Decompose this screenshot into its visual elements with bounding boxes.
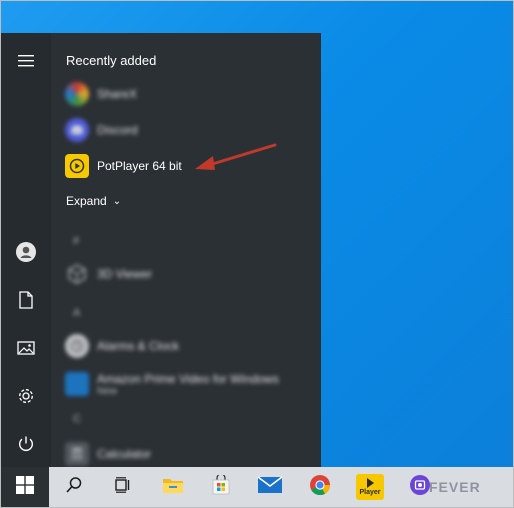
chevron-down-icon: ⌄ [112, 195, 122, 207]
documents-button[interactable] [1, 278, 51, 322]
power-button[interactable] [1, 422, 51, 466]
mail-icon [257, 475, 283, 499]
potplayer-icon [65, 154, 89, 178]
potplayer-icon: Player [356, 474, 384, 500]
potplayer-badge-label: Player [359, 489, 381, 496]
menu-icon [18, 55, 34, 67]
settings-button[interactable] [1, 374, 51, 418]
search-icon [65, 476, 83, 499]
app-item-potplayer[interactable]: PotPlayer 64 bit [65, 153, 182, 179]
prime-video-icon [65, 372, 89, 396]
windows-start-icon [16, 475, 34, 499]
app-item-text: Amazon Prime Video for Windows New [97, 372, 279, 397]
recently-added-heading: Recently added [66, 53, 157, 68]
app-item-label: ShareX [97, 87, 138, 101]
store-icon [211, 472, 231, 500]
annotation-arrow [195, 143, 277, 170]
app-item-calculator[interactable]: Calculator [65, 441, 151, 467]
start-menu: Recently added ShareX Discord PotPlayer … [1, 33, 321, 467]
discord-icon [65, 118, 89, 142]
letter-header-c[interactable]: C [73, 413, 81, 425]
letter-header-a[interactable]: A [73, 307, 80, 319]
start-button[interactable] [1, 467, 49, 507]
app-item-label: PotPlayer 64 bit [97, 159, 182, 173]
app-item-label: Alarms & Clock [97, 339, 180, 353]
alarm-clock-icon [65, 334, 89, 358]
app-item-sublabel: New [97, 385, 118, 397]
mail-button[interactable] [247, 467, 293, 507]
expand-label: Expand [66, 194, 107, 208]
app-item-sharex[interactable]: ShareX [65, 81, 137, 107]
user-account-button[interactable] [1, 230, 51, 274]
store-button[interactable] [199, 467, 243, 507]
documents-icon [19, 291, 33, 309]
search-button[interactable] [51, 467, 97, 507]
app-item-label: Calculator [97, 447, 152, 461]
task-view-button[interactable] [99, 467, 145, 507]
file-explorer-button[interactable] [151, 467, 195, 507]
app-item-label: Amazon Prime Video for Windows [97, 371, 279, 386]
app-item-3d-viewer[interactable]: 3D Viewer [65, 261, 152, 287]
settings-icon [17, 387, 35, 405]
pictures-icon [17, 341, 35, 355]
app-list: Recently added ShareX Discord PotPlayer … [51, 33, 321, 467]
app-item-label: Discord [97, 123, 138, 137]
calculator-icon [65, 442, 89, 466]
app-item-alarms-clock[interactable]: Alarms & Clock [65, 333, 179, 359]
expand-button[interactable]: Expand ⌄ [66, 194, 121, 208]
app-item-discord[interactable]: Discord [65, 117, 138, 143]
letter-header-hash[interactable]: # [73, 235, 79, 247]
pictures-button[interactable] [1, 326, 51, 370]
screenshot-frame: Recently added ShareX Discord PotPlayer … [0, 0, 514, 508]
hamburger-menu-button[interactable] [1, 39, 51, 83]
sharex-icon [65, 82, 89, 106]
start-menu-rail [1, 33, 51, 467]
user-icon [16, 242, 36, 262]
app-item-label: 3D Viewer [97, 267, 153, 281]
app-item-prime-video[interactable]: Amazon Prime Video for Windows New [65, 369, 279, 399]
file-explorer-icon [162, 476, 184, 499]
chrome-button[interactable] [297, 467, 343, 507]
3d-viewer-icon [65, 262, 89, 286]
watermark: FEVER [429, 479, 481, 495]
task-view-icon [113, 476, 131, 498]
extra-app-icon [409, 474, 431, 501]
potplayer-taskbar-button[interactable]: Player [347, 467, 393, 507]
chrome-icon [309, 474, 331, 501]
power-icon [17, 435, 35, 453]
